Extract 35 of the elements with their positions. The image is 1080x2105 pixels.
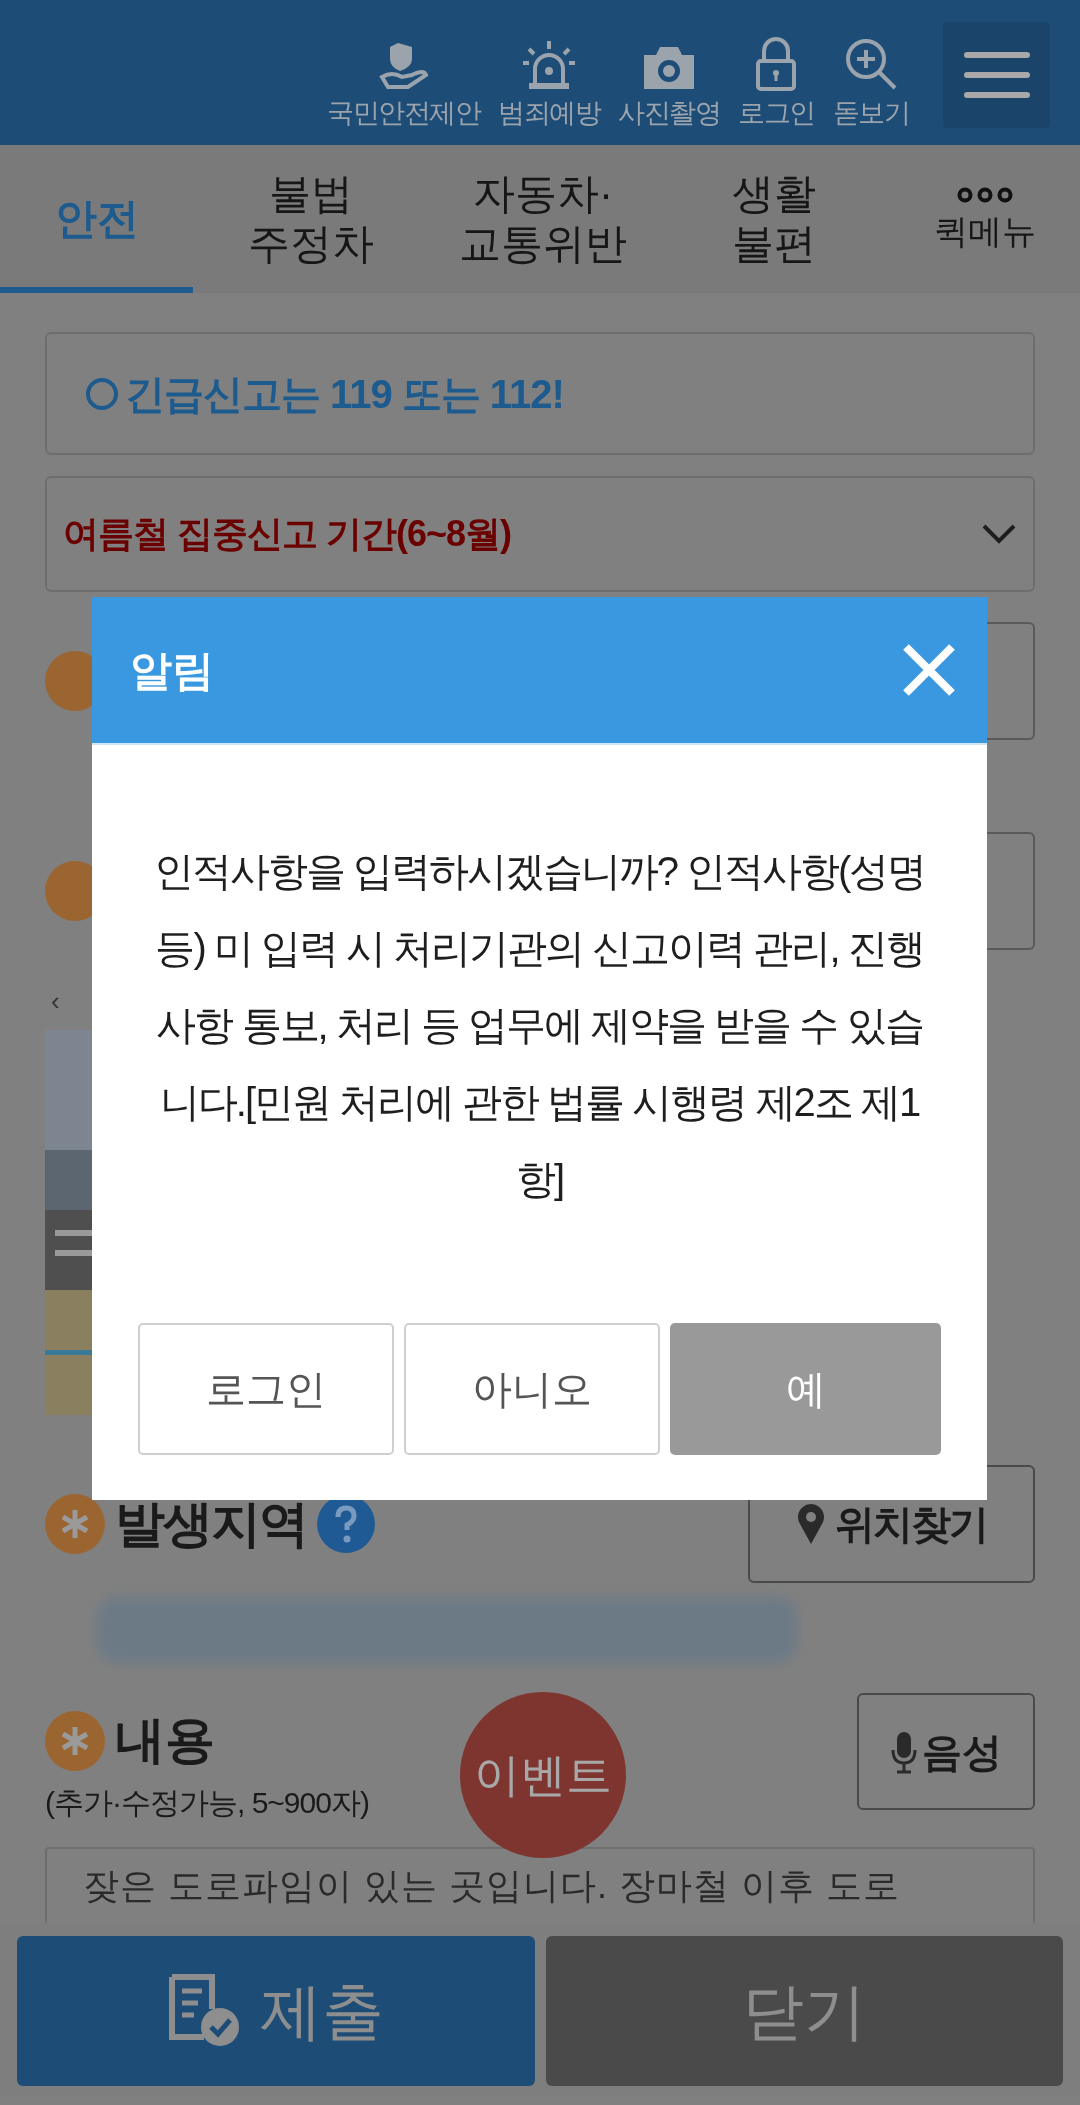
header-link[interactable]: 로그인 xyxy=(738,37,815,129)
field-hint: (추가·수정가능, 5~900자) xyxy=(45,1785,369,1821)
circle-icon xyxy=(85,376,119,411)
zoom-in-icon xyxy=(843,37,898,91)
dialog-title: 알림 xyxy=(130,645,214,696)
tab[interactable]: 퀵메뉴 xyxy=(890,145,1080,293)
event-button[interactable]: 이벤트 xyxy=(460,1692,626,1858)
microphone-icon xyxy=(890,1729,918,1774)
tab[interactable]: 불법 주정차 xyxy=(193,145,428,293)
tab[interactable]: 생활 불편 xyxy=(658,145,890,293)
close-button[interactable]: 닫기 xyxy=(545,1936,1063,2086)
header-link[interactable]: 국민안전제안 xyxy=(327,39,480,129)
notice-text: 긴급신고는 119 또는 112! xyxy=(125,370,564,418)
header-link[interactable]: 돋보기 xyxy=(832,37,909,129)
field-label: 발생지역 xyxy=(115,1494,307,1554)
previous-photo-arrow[interactable]: ‹ xyxy=(51,986,71,1016)
menu-button[interactable] xyxy=(943,22,1050,128)
voice-button[interactable]: 음성 xyxy=(857,1693,1035,1810)
campaign-select[interactable]: 여름철 집중신고 기간(6~8월) xyxy=(45,476,1035,592)
dialog-button[interactable]: 로그인 xyxy=(138,1323,394,1455)
dialog-message: 인적사항을 입력하시겠습니까? 인적사항(성명 등) 미 입력 시 처리기관의 신고이력 관리, 진행사항 통보, 처리 등 업무에 제약을 받을 수 있습니다.[민원 처리에 관한 법률 시행령 제2조 제1항] xyxy=(152,848,927,1203)
document-check-icon xyxy=(167,1973,242,2049)
lock-icon xyxy=(754,37,799,91)
more-icon xyxy=(957,187,1013,203)
siren-icon xyxy=(521,39,577,91)
close-icon[interactable] xyxy=(901,642,957,698)
chevron-down-icon xyxy=(981,523,1017,545)
field-label: 내용 xyxy=(115,1711,215,1770)
header-link[interactable]: 범죄예방 xyxy=(498,39,600,129)
submit-button[interactable]: 제출 xyxy=(17,1936,535,2086)
header-link[interactable]: 사진촬영 xyxy=(618,43,720,129)
dialog-button[interactable]: 아니오 xyxy=(404,1323,660,1455)
map-pin-icon xyxy=(796,1504,825,1544)
dialog-button[interactable]: 예 xyxy=(670,1323,941,1455)
tab[interactable]: 자동차· 교통위반 xyxy=(428,145,658,293)
